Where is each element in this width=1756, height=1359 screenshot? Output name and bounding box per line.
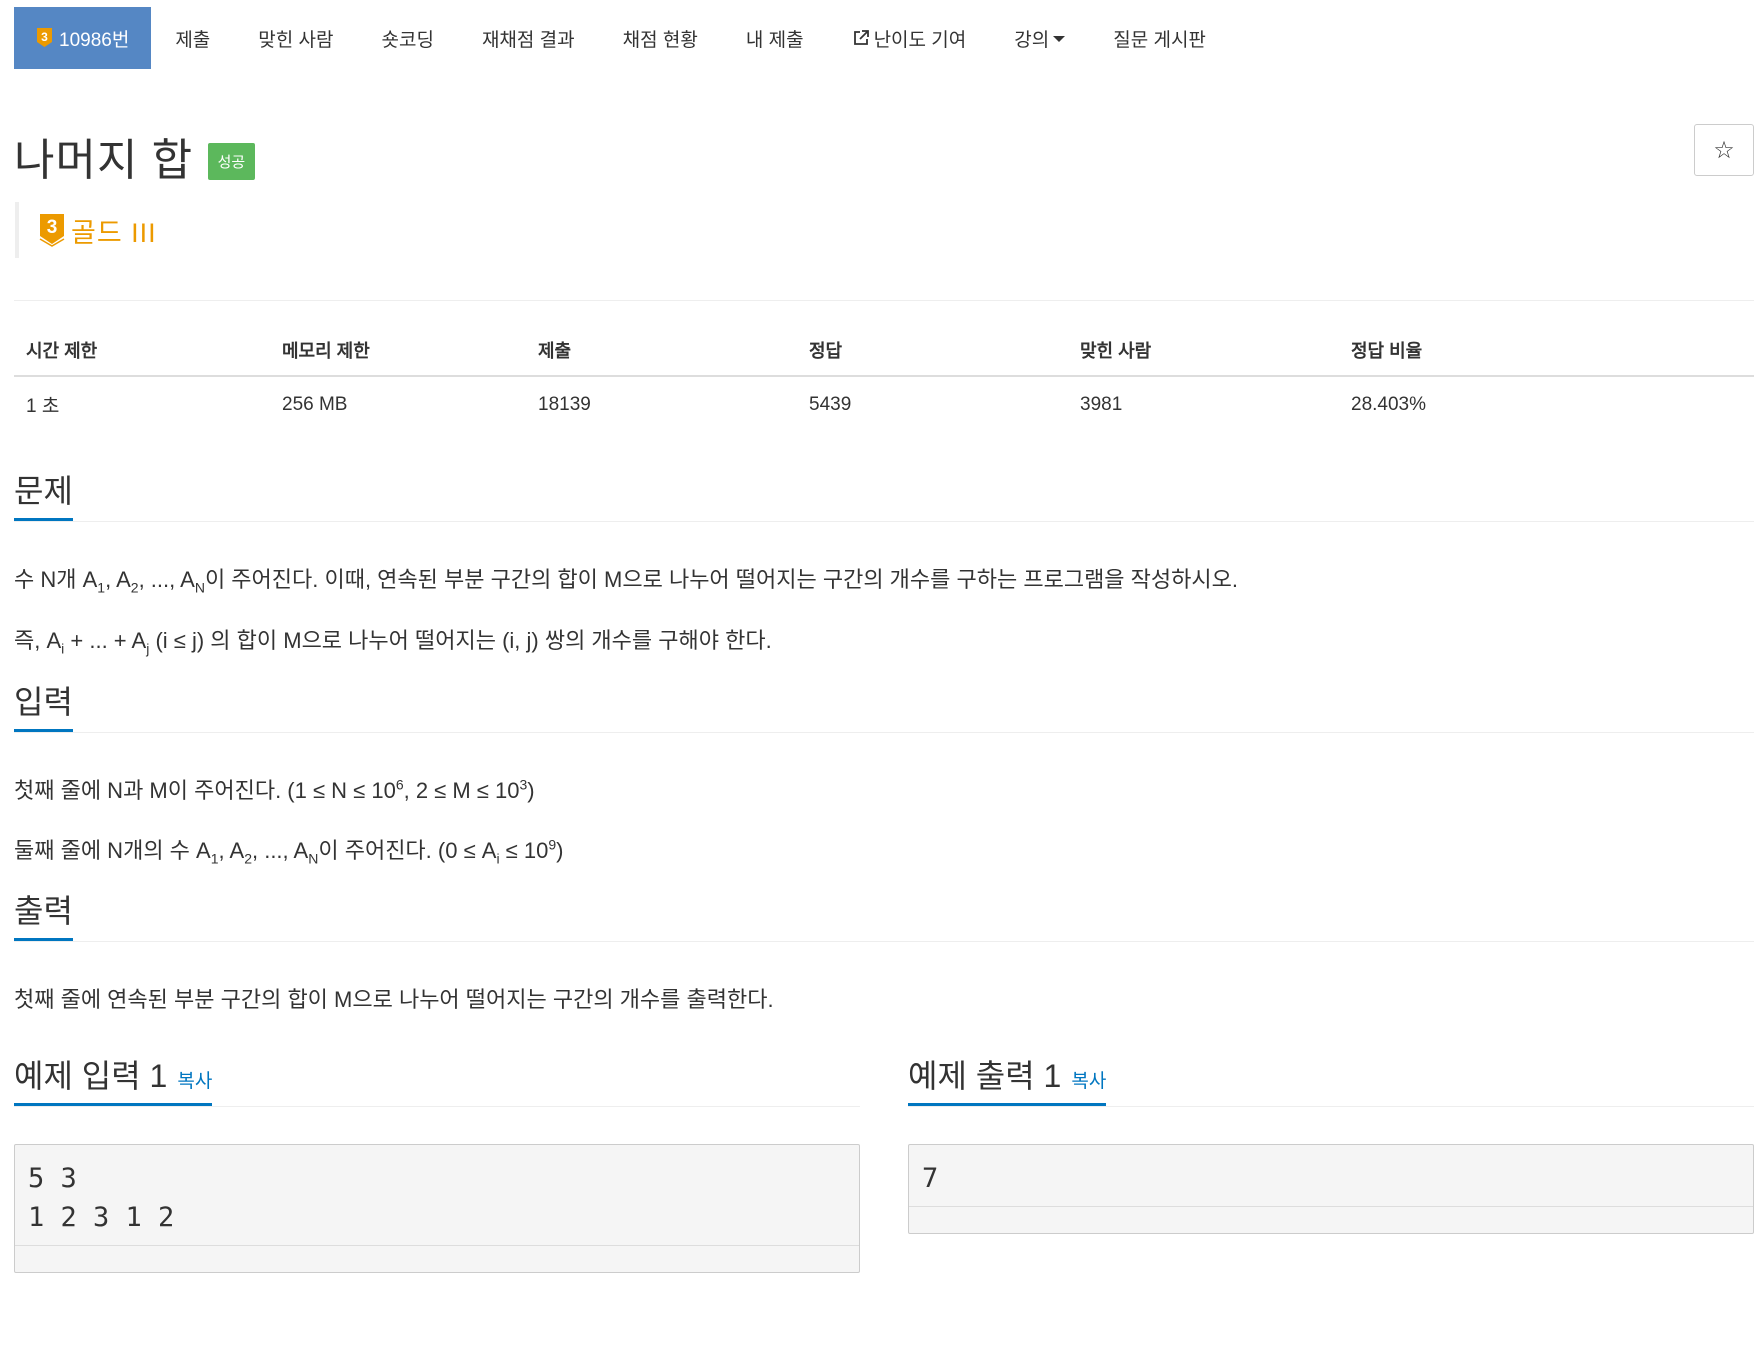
title-row: 나머지 합 성공 ☆	[14, 124, 1754, 185]
nav-problem-number-label: 10986번	[59, 29, 130, 51]
problem-heading-bar: 문제	[14, 463, 1754, 522]
problem-paragraph-1: 수 N개 A1, A2, ..., AN이 주어진다. 이때, 연속된 부분 구…	[14, 567, 1238, 596]
sample-output-box[interactable]: 7	[908, 1144, 1754, 1235]
divider	[14, 300, 1754, 301]
nav-my-submissions[interactable]: 내 제출	[722, 7, 828, 69]
nav-lectures-label: 강의	[1014, 29, 1050, 51]
header-submissions: 제출	[526, 327, 797, 377]
gold-tier-icon: 3	[39, 213, 65, 247]
memory-limit-value: 256 MB	[282, 393, 348, 415]
table-header-row: 시간 제한 메모리 제한 제출 정답 맞힌 사람 정답 비율	[14, 327, 1754, 377]
input-description: 첫째 줄에 N과 M이 주어진다. (1 ≤ N ≤ 106, 2 ≤ M ≤ …	[14, 733, 1754, 866]
problem-page: 3 10986번 제출 맞힌 사람 숏코딩 재채점 결과 채점 현황 내 제출 …	[14, 7, 1754, 1274]
header-accepted: 정답	[797, 327, 1068, 377]
accepted-value: 5439	[809, 393, 852, 415]
svg-text:3: 3	[47, 217, 58, 238]
status-badge: 성공	[207, 142, 256, 180]
input-heading-bar: 입력	[14, 674, 1754, 733]
header-accept-ratio: 정답 비율	[1339, 327, 1754, 377]
input-section: 입력 첫째 줄에 N과 M이 주어진다. (1 ≤ N ≤ 106, 2 ≤ M…	[14, 674, 1754, 866]
output-heading: 출력	[14, 886, 73, 942]
problem-navbar: 3 10986번 제출 맞힌 사람 숏코딩 재채점 결과 채점 현황 내 제출 …	[14, 7, 1754, 69]
copy-sample-input-button[interactable]: 복사	[177, 1071, 212, 1092]
header-time-limit: 시간 제한	[14, 327, 270, 377]
nav-difficulty-label: 난이도 기여	[873, 29, 967, 51]
nav-difficulty-contribution[interactable]: 난이도 기여	[828, 7, 991, 69]
samples-row: 예제 입력 1 복사 5 3 1 2 3 1 2 예제 출력 1 복사 7	[14, 1046, 1754, 1274]
nav-short-coding[interactable]: 숏코딩	[358, 7, 458, 69]
favorite-star-button[interactable]: ☆	[1694, 124, 1754, 176]
output-paragraph: 첫째 줄에 연속된 부분 구간의 합이 M으로 나누어 떨어지는 구간의 개수를…	[14, 987, 774, 1013]
sample-input-heading-bar: 예제 입력 1 복사	[14, 1046, 860, 1108]
nav-problem-number[interactable]: 3 10986번	[14, 7, 152, 69]
sample-input-panel: 예제 입력 1 복사 5 3 1 2 3 1 2	[14, 1046, 860, 1274]
svg-text:3: 3	[41, 30, 48, 44]
output-heading-bar: 출력	[14, 883, 1754, 943]
nav-lectures-dropdown[interactable]: 강의	[990, 7, 1089, 69]
page-title: 나머지 합	[14, 136, 194, 185]
sample-input-footer	[15, 1245, 859, 1272]
external-link-icon	[852, 29, 870, 47]
sample-input-box[interactable]: 5 3 1 2 3 1 2	[14, 1144, 860, 1274]
input-paragraph-1: 첫째 줄에 N과 M이 주어진다. (1 ≤ N ≤ 106, 2 ≤ M ≤ …	[14, 776, 535, 803]
tier-info: 3 골드 III	[15, 202, 1754, 258]
table-row: 1 초 256 MB 18139 5439 3981 28.403%	[14, 376, 1754, 432]
sample-input-content: 5 3 1 2 3 1 2	[28, 1163, 175, 1234]
problem-heading: 문제	[14, 466, 73, 521]
input-heading: 입력	[14, 677, 73, 732]
nav-solved-users[interactable]: 맞힌 사람	[234, 7, 357, 69]
nav-question-board[interactable]: 질문 게시판	[1089, 7, 1230, 69]
header-solved-users: 맞힌 사람	[1068, 327, 1339, 377]
problem-info-table: 시간 제한 메모리 제한 제출 정답 맞힌 사람 정답 비율 1 초 256 M…	[14, 327, 1754, 432]
nav-judge-status[interactable]: 채점 현황	[599, 7, 722, 69]
problem-section: 문제 수 N개 A1, A2, ..., AN이 주어진다. 이때, 연속된 부…	[14, 463, 1754, 657]
nav-submit[interactable]: 제출	[151, 7, 234, 69]
tier-label[interactable]: 골드 III	[71, 211, 157, 250]
sample-output-content: 7	[922, 1163, 939, 1195]
nav-rejudge-results[interactable]: 재채점 결과	[458, 7, 599, 69]
star-icon: ☆	[1713, 136, 1735, 164]
accept-ratio-value: 28.403%	[1351, 393, 1427, 415]
sample-output-heading-bar: 예제 출력 1 복사	[908, 1046, 1754, 1108]
sample-output-footer	[909, 1206, 1753, 1233]
output-section: 출력 첫째 줄에 연속된 부분 구간의 합이 M으로 나누어 떨어지는 구간의 …	[14, 883, 1754, 1014]
problem-description: 수 N개 A1, A2, ..., AN이 주어진다. 이때, 연속된 부분 구…	[14, 522, 1754, 657]
sample-output-heading: 예제 출력 1 복사	[908, 1051, 1107, 1107]
solved-users-value: 3981	[1080, 393, 1123, 415]
problem-paragraph-2: 즉, Ai + ... + Aj (i ≤ j) 의 합이 M으로 나누어 떨어…	[14, 628, 772, 657]
sample-input-heading: 예제 입력 1 복사	[14, 1051, 213, 1107]
input-paragraph-2: 둘째 줄에 N개의 수 A1, A2, ..., AN이 주어진다. (0 ≤ …	[14, 836, 564, 867]
gold-tier-icon: 3	[36, 27, 53, 49]
copy-sample-output-button[interactable]: 복사	[1071, 1071, 1106, 1092]
header-memory-limit: 메모리 제한	[270, 327, 526, 377]
caret-down-icon	[1053, 36, 1066, 42]
time-limit-value: 1 초	[26, 396, 60, 417]
submissions-value: 18139	[538, 393, 591, 415]
sample-output-panel: 예제 출력 1 복사 7	[908, 1046, 1754, 1273]
output-description: 첫째 줄에 연속된 부분 구간의 합이 M으로 나누어 떨어지는 구간의 개수를…	[14, 942, 1754, 1014]
